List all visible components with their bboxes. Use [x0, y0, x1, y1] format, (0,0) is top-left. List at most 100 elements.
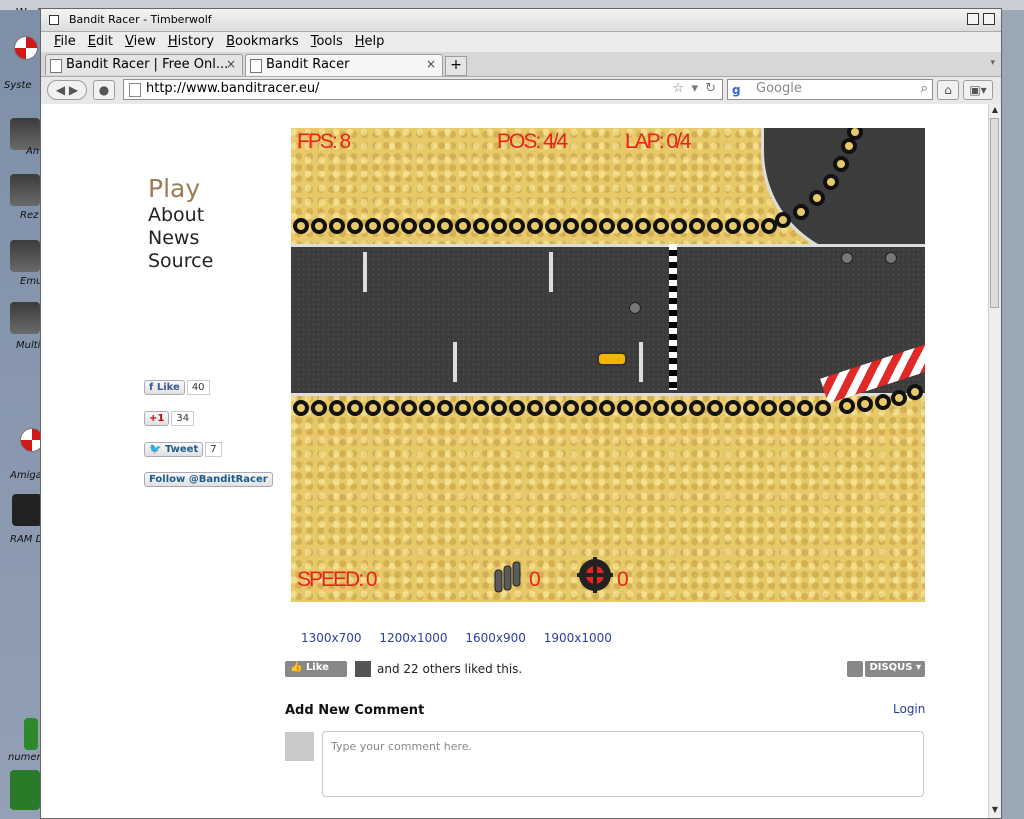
new-tab-button[interactable]: + — [445, 56, 467, 76]
google-plus-button[interactable]: +1 — [144, 411, 170, 426]
home-button[interactable]: ⌂ — [937, 80, 959, 100]
menu-tools[interactable]: Tools — [306, 32, 348, 52]
like-label: Like — [305, 662, 329, 673]
resolution-link[interactable]: 1200x1000 — [379, 631, 447, 645]
menu-bookmarks[interactable]: Bookmarks — [221, 32, 304, 52]
tweet-button[interactable]: 🐦 Tweet — [144, 442, 204, 457]
tweet-label: Tweet — [164, 444, 199, 455]
search-icon[interactable]: ⌕ — [921, 81, 928, 96]
tyre — [653, 218, 669, 234]
menu-help[interactable]: Help — [350, 32, 390, 52]
disqus-menu-button[interactable]: DISQUS ▾ — [865, 661, 925, 677]
tyre — [775, 212, 791, 228]
resolution-link[interactable]: 1300x700 — [301, 631, 362, 645]
window-zoom-icon[interactable] — [967, 13, 979, 25]
resolution-link[interactable]: 1900x1000 — [544, 631, 612, 645]
drawer-icon[interactable] — [10, 302, 40, 334]
tyre — [891, 390, 907, 406]
tab-bandit-racer[interactable]: Bandit Racer × — [245, 54, 443, 76]
drawer-icon[interactable] — [10, 240, 40, 272]
comment-input[interactable]: Type your comment here. — [322, 731, 924, 797]
game-canvas[interactable]: FPS: 8 POS: 4/4 LAP: 0/4 SPEED: 0 0 0 — [291, 128, 925, 602]
tyre — [671, 218, 687, 234]
drawer-icon[interactable] — [10, 174, 40, 206]
tyre — [689, 400, 705, 416]
boing-ball-icon[interactable] — [14, 36, 38, 60]
menu-history[interactable]: History — [163, 32, 219, 52]
search-box[interactable]: g Google ⌕ — [727, 79, 933, 100]
desktop-icon-label: Multi — [16, 340, 41, 351]
tyre — [347, 218, 363, 234]
tyre — [581, 400, 597, 416]
tyre — [617, 218, 633, 234]
scrollbar-thumb[interactable] — [990, 118, 999, 308]
tyre — [725, 218, 741, 234]
menu-bar: File Edit View History Bookmarks Tools H… — [41, 32, 1001, 52]
tyre — [725, 400, 741, 416]
tyre — [311, 218, 327, 234]
bookmark-star-icon[interactable]: ☆ — [672, 81, 684, 96]
tyre — [329, 400, 345, 416]
tyre — [311, 400, 327, 416]
tyre — [473, 218, 489, 234]
nav-play[interactable]: Play — [148, 174, 213, 204]
tyre — [383, 218, 399, 234]
tyre — [689, 218, 705, 234]
back-forward-button[interactable]: ◀ ▶ — [47, 80, 87, 100]
reaction-bar: 👍 Like and 22 others liked this. DISQUS … — [285, 661, 925, 679]
menu-view[interactable]: View — [120, 32, 161, 52]
facebook-like-button[interactable]: f Like — [144, 380, 185, 395]
login-link[interactable]: Login — [893, 702, 925, 716]
tyre — [347, 400, 363, 416]
like-button[interactable]: 👍 Like — [285, 661, 334, 677]
scroll-up-icon[interactable]: ▲ — [990, 105, 1000, 117]
reload-icon[interactable]: ↻ — [705, 81, 716, 96]
tab-close-icon[interactable]: × — [226, 57, 236, 71]
tyre — [383, 400, 399, 416]
tyre — [635, 218, 651, 234]
page-favicon-icon — [250, 59, 262, 73]
tab-bandit-racer-free[interactable]: Bandit Racer | Free Onl... × — [45, 54, 243, 75]
tab-label: Bandit Racer — [266, 57, 350, 72]
gplus-count: 34 — [171, 411, 195, 426]
numeric-icon[interactable] — [24, 718, 38, 750]
menu-file[interactable]: File — [49, 32, 81, 52]
scroll-down-icon[interactable]: ▼ — [990, 805, 1000, 817]
tyre — [635, 400, 651, 416]
vertical-scrollbar[interactable]: ▲ ▼ — [988, 104, 1001, 818]
tyre — [527, 400, 543, 416]
resolution-link[interactable]: 1600x900 — [465, 631, 526, 645]
mine — [629, 302, 641, 314]
window-close-icon[interactable] — [49, 15, 59, 25]
nav-news[interactable]: News — [148, 227, 213, 250]
tyre — [833, 156, 849, 172]
liked-text: and 22 others liked this. — [377, 662, 523, 676]
menu-edit[interactable]: Edit — [83, 32, 118, 52]
dislike-icon[interactable] — [331, 661, 347, 677]
tyre — [581, 218, 597, 234]
url-bar[interactable]: http://www.banditracer.eu/ ☆ ▾ ↻ — [123, 79, 723, 100]
tyre — [617, 400, 633, 416]
window-depth-icon[interactable] — [983, 13, 995, 25]
window-titlebar[interactable]: Bandit Racer - Timberwolf — [41, 9, 1001, 32]
tab-close-icon[interactable]: × — [426, 57, 436, 71]
desktop-icon-label: RAM D — [10, 534, 44, 545]
tweet-count: 7 — [205, 442, 222, 457]
tab-list-chevron-icon[interactable]: ▾ — [990, 58, 995, 68]
disqus-user-icon[interactable] — [847, 661, 863, 677]
nav-source[interactable]: Source — [148, 250, 213, 273]
follow-button[interactable]: Follow @BanditRacer — [144, 472, 273, 487]
resolution-links: 1300x700 1200x1000 1600x900 1900x1000 — [301, 631, 626, 645]
url-dropdown-icon[interactable]: ▾ — [691, 81, 698, 96]
tyre — [365, 218, 381, 234]
nav-about[interactable]: About — [148, 204, 213, 227]
tab-strip: Bandit Racer | Free Onl... × Bandit Race… — [41, 52, 1001, 77]
menu-button[interactable]: ▣▾ — [963, 80, 993, 100]
site-identity-icon[interactable]: ● — [93, 80, 115, 100]
tyre — [841, 138, 857, 154]
ram-disk-icon[interactable] — [12, 494, 42, 526]
fps-readout: FPS: 8 — [297, 130, 351, 153]
tyre — [823, 174, 839, 190]
navigation-toolbar: ◀ ▶ ● http://www.banditracer.eu/ ☆ ▾ ↻ g… — [41, 77, 1001, 105]
finish-line — [669, 244, 677, 390]
